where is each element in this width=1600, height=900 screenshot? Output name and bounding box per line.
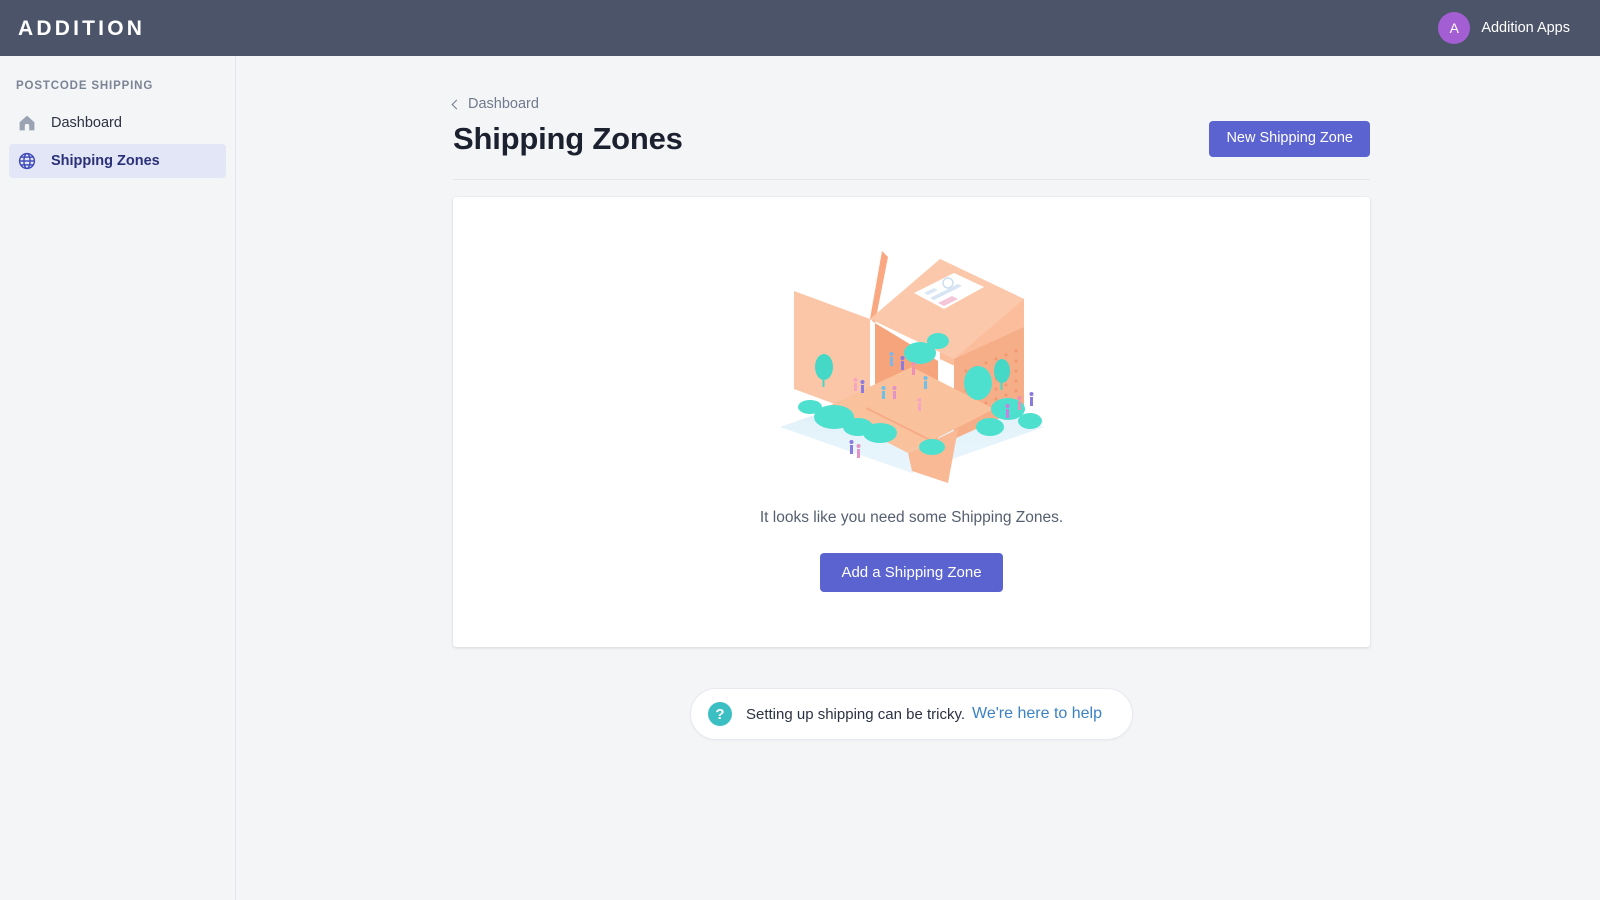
- sidebar-item-label: Dashboard: [51, 115, 122, 131]
- sidebar-item-shipping-zones[interactable]: Shipping Zones: [9, 144, 226, 178]
- breadcrumb[interactable]: Dashboard: [453, 96, 539, 112]
- empty-state-message: It looks like you need some Shipping Zon…: [760, 509, 1063, 527]
- sidebar-item-label: Shipping Zones: [51, 153, 160, 169]
- add-shipping-zone-button[interactable]: Add a Shipping Zone: [820, 553, 1002, 592]
- help-pill: ? Setting up shipping can be tricky. We'…: [690, 688, 1133, 740]
- new-shipping-zone-button[interactable]: New Shipping Zone: [1209, 121, 1370, 156]
- home-icon: [17, 113, 37, 133]
- sidebar: POSTCODE SHIPPING Dashboard Shipping Zon…: [0, 56, 236, 900]
- sidebar-item-dashboard[interactable]: Dashboard: [9, 106, 226, 140]
- question-mark-icon: ?: [708, 702, 732, 726]
- top-bar: ADDITION A Addition Apps: [0, 0, 1600, 56]
- page-header: Shipping Zones New Shipping Zone: [453, 121, 1370, 180]
- user-name-label: Addition Apps: [1481, 20, 1570, 36]
- help-banner: ? Setting up shipping can be tricky. We'…: [453, 688, 1370, 740]
- user-menu[interactable]: A Addition Apps: [1438, 12, 1584, 44]
- page-title: Shipping Zones: [453, 121, 683, 157]
- isometric-open-box-illustration: [762, 231, 1062, 491]
- help-text: Setting up shipping can be tricky.: [746, 706, 965, 723]
- sidebar-section-title: POSTCODE SHIPPING: [0, 80, 235, 106]
- main-content: Dashboard Shipping Zones New Shipping Zo…: [237, 56, 1600, 900]
- breadcrumb-label: Dashboard: [468, 96, 539, 112]
- globe-icon: [17, 151, 37, 171]
- empty-state-card: It looks like you need some Shipping Zon…: [453, 197, 1370, 647]
- avatar: A: [1438, 12, 1470, 44]
- app-logo: ADDITION: [18, 18, 145, 39]
- help-link[interactable]: We're here to help: [972, 705, 1102, 723]
- chevron-left-icon: [452, 99, 462, 109]
